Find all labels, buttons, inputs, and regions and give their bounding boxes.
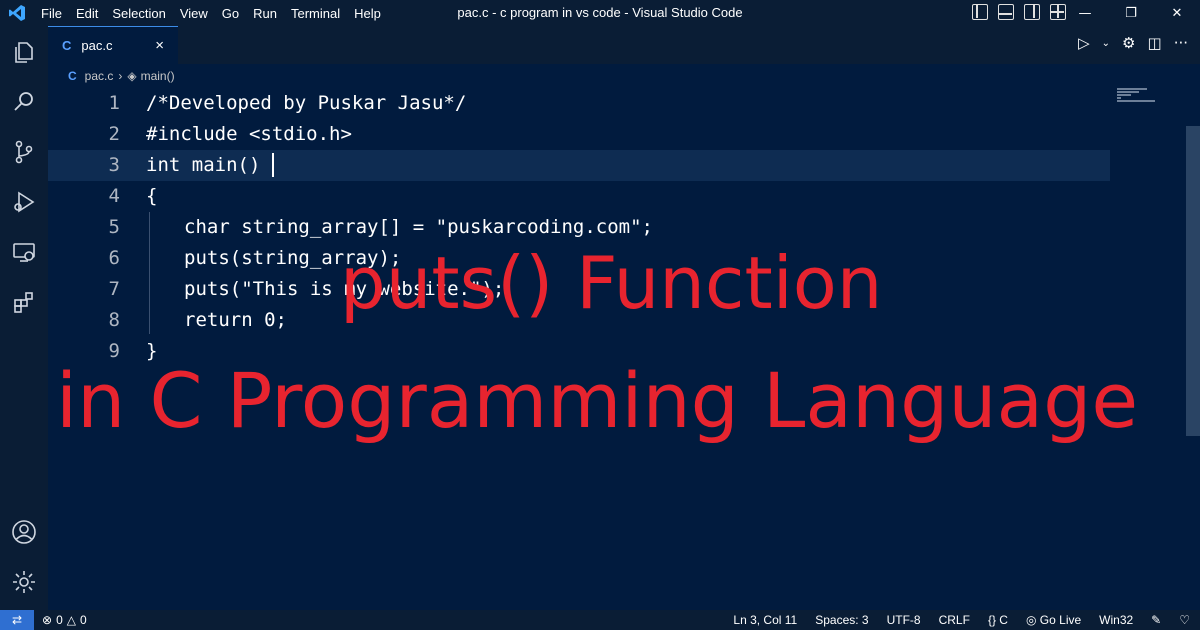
problems-indicator[interactable]: ⊗ 0 △ 0 xyxy=(42,613,87,627)
notifications-bell-icon[interactable]: ♡ xyxy=(1179,613,1190,627)
menu-help[interactable]: Help xyxy=(347,6,388,21)
toggle-primary-sidebar-icon[interactable] xyxy=(972,4,988,20)
line-text: return 0; xyxy=(184,309,287,331)
line-number: 3 xyxy=(108,154,120,176)
breadcrumb-symbol[interactable]: main() xyxy=(141,69,175,83)
gear-icon[interactable]: ⚙ xyxy=(1122,34,1135,52)
feedback-icon[interactable]: ✎ xyxy=(1151,613,1161,627)
code-line: 5 char string_array[] = "puskarcoding.co… xyxy=(48,212,1110,243)
line-text: { xyxy=(146,185,158,207)
breadcrumb: C pac.c › ◈ main() xyxy=(48,64,1200,88)
run-debug-icon[interactable] xyxy=(8,186,40,218)
code-line: 1 /*Developed by Puskar Jasu*/ xyxy=(48,88,1110,119)
status-right: Ln 3, Col 11 Spaces: 3 UTF-8 CRLF {} C ◎… xyxy=(733,613,1190,627)
line-number: 5 xyxy=(108,216,120,238)
c-file-icon: C xyxy=(62,38,72,53)
vscode-logo-icon xyxy=(0,0,34,26)
restore-icon[interactable]: ❐ xyxy=(1108,0,1154,26)
tab-label: pac.c xyxy=(81,38,113,53)
line-text: /*Developed by Puskar Jasu*/ xyxy=(146,92,467,114)
braces-icon: {} xyxy=(987,613,996,627)
text-cursor xyxy=(272,153,274,177)
menu-selection[interactable]: Selection xyxy=(105,6,172,21)
source-control-icon[interactable] xyxy=(8,136,40,168)
layout-controls xyxy=(972,4,1066,20)
error-icon: ⊗ xyxy=(42,613,53,627)
search-icon[interactable] xyxy=(8,86,40,118)
end-of-line[interactable]: CRLF xyxy=(939,613,970,627)
minimize-icon[interactable]: — xyxy=(1062,0,1108,26)
close-tab-icon[interactable]: × xyxy=(155,37,164,54)
split-editor-icon[interactable]: ◫ xyxy=(1148,34,1162,52)
close-window-icon[interactable]: ✕ xyxy=(1154,0,1200,26)
code-editor[interactable]: 1 /*Developed by Puskar Jasu*/ 2 #includ… xyxy=(48,88,1184,610)
window-controls: — ❐ ✕ xyxy=(1062,0,1200,26)
overlay-title-line2: in C Programming Language xyxy=(56,356,1139,445)
language-label: C xyxy=(999,613,1008,627)
c-file-icon: C xyxy=(68,69,77,83)
indent-guide xyxy=(149,212,150,334)
line-number: 4 xyxy=(108,185,120,207)
platform[interactable]: Win32 xyxy=(1099,613,1133,627)
warning-icon: △ xyxy=(66,613,76,627)
language-mode[interactable]: {} C xyxy=(988,613,1008,627)
cursor-position[interactable]: Ln 3, Col 11 xyxy=(733,613,797,627)
code-line: 4 { xyxy=(48,181,1110,212)
title-bar: File Edit Selection View Go Run Terminal… xyxy=(0,0,1200,26)
menu-view[interactable]: View xyxy=(173,6,215,21)
line-number: 6 xyxy=(108,247,120,269)
chevron-down-icon[interactable]: ⌄ xyxy=(1102,38,1110,49)
warning-count: 0 xyxy=(79,613,87,627)
minimap[interactable] xyxy=(1117,88,1157,104)
current-code-line: 3 int main() xyxy=(48,150,1110,181)
indentation[interactable]: Spaces: 3 xyxy=(815,613,868,627)
extensions-icon[interactable] xyxy=(8,286,40,318)
settings-gear-icon[interactable] xyxy=(8,566,40,598)
activity-bar xyxy=(0,26,48,610)
line-number: 8 xyxy=(108,309,120,331)
editor-actions: ▷ ⌄ ⚙ ◫ ··· xyxy=(1078,34,1188,52)
line-number: 2 xyxy=(108,123,120,145)
code-line: 2 #include <stdio.h> xyxy=(48,119,1110,150)
error-count: 0 xyxy=(56,613,63,627)
menu-terminal[interactable]: Terminal xyxy=(284,6,347,21)
broadcast-icon: ◎ xyxy=(1025,613,1037,627)
menu-run[interactable]: Run xyxy=(246,6,284,21)
line-number: 7 xyxy=(108,278,120,300)
toggle-secondary-sidebar-icon[interactable] xyxy=(1024,4,1040,20)
run-file-icon[interactable]: ▷ xyxy=(1078,34,1090,52)
line-number: 1 xyxy=(108,92,120,114)
status-bar: ⇄ ⊗ 0 △ 0 Ln 3, Col 11 Spaces: 3 UTF-8 C… xyxy=(0,610,1200,630)
line-text: int main() xyxy=(146,154,261,176)
more-actions-icon[interactable]: ··· xyxy=(1174,34,1188,52)
explorer-icon[interactable] xyxy=(8,36,40,68)
cube-symbol-icon: ◈ xyxy=(127,69,137,83)
go-live-label: Go Live xyxy=(1039,613,1082,627)
line-text: char string_array[] = "puskarcoding.com"… xyxy=(184,216,653,238)
remote-explorer-icon[interactable] xyxy=(8,236,40,268)
overlay-title-line1: puts() Function xyxy=(340,241,883,325)
line-text: #include <stdio.h> xyxy=(146,123,352,145)
menu-go[interactable]: Go xyxy=(215,6,246,21)
go-live-button[interactable]: ◎ Go Live xyxy=(1026,613,1081,627)
menu-edit[interactable]: Edit xyxy=(69,6,105,21)
toggle-panel-icon[interactable] xyxy=(998,4,1014,20)
menu-file[interactable]: File xyxy=(34,6,69,21)
chevron-right-icon: › xyxy=(118,69,123,83)
encoding[interactable]: UTF-8 xyxy=(887,613,921,627)
account-icon[interactable] xyxy=(8,516,40,548)
remote-indicator-icon[interactable]: ⇄ xyxy=(0,610,34,630)
vertical-scrollbar[interactable] xyxy=(1186,126,1200,436)
tab-pac-c[interactable]: C pac.c × xyxy=(48,26,178,64)
breadcrumb-file[interactable]: pac.c xyxy=(85,69,114,83)
menu-bar: File Edit Selection View Go Run Terminal… xyxy=(34,6,388,21)
tab-bar: C pac.c × ▷ ⌄ ⚙ ◫ ··· xyxy=(48,26,1200,64)
